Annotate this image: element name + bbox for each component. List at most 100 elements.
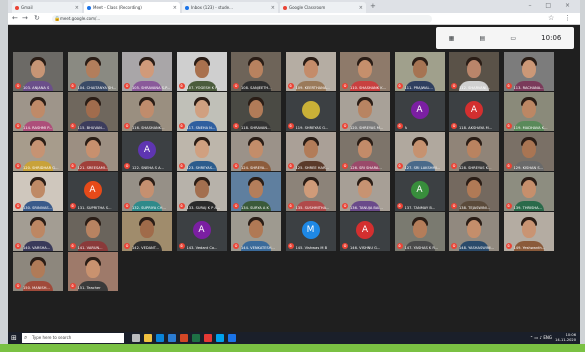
participant-tile[interactable]: ⦸ 120. SHREYAS M... [340, 92, 390, 131]
participant-tile[interactable]: ⦸ 116. SHASHANK... [122, 92, 172, 131]
participant-tile[interactable]: ⦸ 107. YOGESH K P... [176, 52, 227, 91]
participant-tile[interactable]: A ⦸ 146. VISHNU G... [340, 212, 390, 251]
tab-close-icon[interactable]: × [271, 5, 275, 11]
participant-tile[interactable]: ⦸ 148. YASHASWINI... [449, 212, 499, 251]
participant-tile[interactable]: ⦸ 134. SURYA A K [231, 172, 281, 211]
participant-tile[interactable]: A ⦸ A [394, 92, 445, 131]
participant-tile[interactable]: ⦸ 110. SHASHANK K... [340, 52, 390, 91]
participant-tile[interactable]: ⦸ 136. TANUJA BAI... [340, 172, 390, 211]
participant-tile[interactable]: ⦸ 149. Yeshwanth... [503, 212, 554, 251]
tray-date: 14-11-2020 [555, 338, 576, 342]
participant-tile[interactable]: A ⦸ 118. AKSHAYA M... [449, 92, 499, 131]
participant-tile[interactable]: ⦸ 115. BHUVAN... [67, 92, 118, 131]
participant-face [249, 220, 263, 238]
participant-tile[interactable]: ⦸ 119. MADHAVA K... [503, 92, 554, 131]
browser-tab-3[interactable]: Inbox (123) - stude... × [182, 2, 278, 13]
participant-tile[interactable]: ⦸ 125. SHREE HAR... [285, 132, 336, 171]
participant-tile[interactable]: ⦸ 108. SANJEETH... [231, 52, 281, 91]
participant-tile[interactable]: ⦸ 120. SHRIDHAR G... [13, 132, 63, 171]
participant-tile[interactable]: ⦸ 114. RASHMI P... [13, 92, 63, 131]
taskbar-search-input[interactable]: ⌕ Type here to search [22, 333, 124, 343]
participant-tile[interactable]: ⦸ 133. SURAJ K P A... [176, 172, 227, 211]
star-icon[interactable]: ☆ [548, 14, 554, 22]
participant-avatar: M [301, 221, 320, 239]
mic-off-icon: ⦸ [69, 203, 76, 209]
participant-face [140, 60, 154, 78]
participant-tile[interactable]: ⦸ 147. YASHAS K R... [394, 212, 445, 251]
participant-tile[interactable]: ⦸ 141. VARUN... [67, 212, 118, 251]
participant-tile[interactable]: ⦸ 118. SHRAVAN... [231, 92, 281, 131]
participant-face [521, 180, 536, 198]
excel-icon[interactable] [192, 334, 200, 342]
participant-tile[interactable]: ⦸ 139. THRISHA... [503, 172, 554, 211]
participant-name: 132. SUPRIYA CH... [132, 206, 166, 210]
people-icon[interactable]: ▦ [449, 35, 455, 42]
participant-tile[interactable]: ⦸ 127. SRI LAKSHMI... [394, 132, 445, 171]
participant-tile[interactable]: ⦸ 105. SHRAVANA S.P... [122, 52, 172, 91]
edge-icon[interactable] [156, 334, 164, 342]
participant-tile[interactable]: A ⦸ 131. SUPRITHA S... [67, 172, 118, 211]
participant-tile[interactable]: ⦸ 111. PRAJWAL... [394, 52, 445, 91]
participant-tile[interactable]: ⦸ 113. RACHANA... [503, 52, 554, 91]
participant-tile[interactable]: ⦸ 132. SUPRIYA CH... [122, 172, 172, 211]
meet-icon[interactable] [228, 334, 236, 342]
participant-tile[interactable]: ⦸ 150. MANISH... [13, 252, 63, 291]
browser-tab-1[interactable]: Gmail × [12, 2, 82, 13]
window-controls[interactable]: – □ × [528, 2, 576, 9]
participant-face [85, 260, 100, 278]
participant-tile[interactable]: ⦸ 121. SREESAMI... [67, 132, 118, 171]
menu-kebab-icon[interactable]: ⋮ [564, 14, 571, 22]
forward-arrow-icon[interactable]: → [22, 14, 28, 22]
participant-tile[interactable]: ⦸ 144. VENKATESH... [231, 212, 281, 251]
reload-icon[interactable]: ↻ [34, 14, 40, 22]
participant-tile[interactable]: ⦸ 109. KEERTHANA... [285, 52, 336, 91]
participant-tile[interactable]: ⦸ 140. VARSHA... [13, 212, 63, 251]
windows-start-icon[interactable]: ⊞ [11, 334, 17, 342]
participant-face [521, 60, 536, 78]
participant-tile[interactable]: ⦸ 117. SNEHA N... [176, 92, 227, 131]
bottom-green-strip [0, 344, 585, 352]
participant-tile[interactable]: ⦸ 130. SRINIVAS... [13, 172, 63, 211]
participant-tile[interactable]: ⦸ 124. SHREYA... [231, 132, 281, 171]
chat-icon[interactable]: ▭ [510, 35, 516, 42]
participant-tile[interactable]: ⦸ 104. CHAITANYA SH... [67, 52, 118, 91]
participant-tile[interactable]: M ⦸ 145. Vishwas M B [285, 212, 336, 251]
tab-close-icon[interactable]: × [359, 5, 363, 11]
task-view-icon[interactable] [132, 334, 140, 342]
layout-grid-icon[interactable]: ▤ [479, 35, 485, 42]
participant-avatar: A [465, 101, 483, 119]
participant-tile[interactable]: ⦸ 119. SHREYAS G... [285, 92, 336, 131]
tab-close-icon[interactable]: × [75, 5, 79, 11]
system-tray-icons[interactable]: ⌃ ▭ ♪ ENG [530, 335, 552, 340]
browser-tab-4[interactable]: Google Classroom × [280, 2, 366, 13]
browser-tab-2[interactable]: Meet - Class (Recording) × [84, 2, 180, 13]
word-icon[interactable] [168, 334, 176, 342]
participant-tile[interactable]: ⦸ 135. SUSHMITHA... [285, 172, 336, 211]
participant-tile[interactable]: ⦸ 129. KISHAN S... [503, 132, 554, 171]
participant-tile[interactable]: ⦸ 142. VEDANT... [122, 212, 172, 251]
participant-tile[interactable]: ⦸ 126. SRI SHARA... [340, 132, 390, 171]
participant-tile[interactable]: ⦸ 112. SHARVANI... [449, 52, 499, 91]
chrome-icon[interactable] [204, 334, 212, 342]
mic-off-icon: ⦸ [396, 203, 403, 209]
participant-tile[interactable]: A ⦸ 122. SNEHA S A... [122, 132, 172, 171]
powerpoint-icon[interactable] [180, 334, 188, 342]
participant-tile[interactable]: ⦸ 103. ANJANA S [13, 52, 63, 91]
new-tab-button[interactable]: + [370, 2, 376, 10]
participant-tile[interactable]: A ⦸ 143. Vedant Co... [176, 212, 227, 251]
clock[interactable]: 10:06 14-11-2020 [555, 333, 576, 343]
mic-off-icon: ⦸ [233, 203, 239, 209]
participant-tile[interactable]: ⦸ 128. SHREYAS K... [449, 132, 499, 171]
tab-close-icon[interactable]: × [173, 5, 177, 11]
participant-name: 123. SHREYAS... [186, 166, 216, 170]
participant-tile[interactable]: A ⦸ 137. TANMAY B... [394, 172, 445, 211]
file-explorer-icon[interactable] [144, 334, 152, 342]
participant-face [303, 140, 318, 158]
participant-tile[interactable]: ⦸ 123. SHREYAS... [176, 132, 227, 171]
participant-tile[interactable]: ⦸ 151. Teacher [67, 252, 118, 291]
store-icon[interactable] [216, 334, 224, 342]
address-bar[interactable]: 🔒 meet.google.com/... [52, 15, 432, 23]
mic-off-icon: ⦸ [287, 203, 294, 209]
back-arrow-icon[interactable]: ← [12, 14, 18, 22]
participant-tile[interactable]: ⦸ 138. TEJASWINI... [449, 172, 499, 211]
